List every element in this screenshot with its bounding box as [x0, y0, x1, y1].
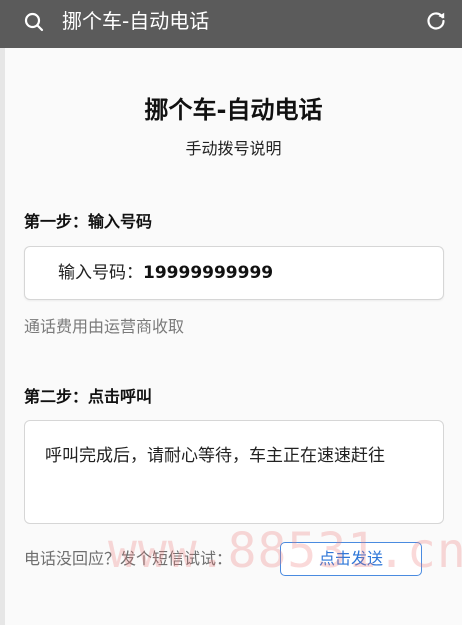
call-message-box: 呼叫完成后，请耐心等待，车主正在速速赶往 — [24, 420, 444, 524]
phone-number-label: 输入号码： — [58, 263, 143, 283]
step1-heading: 第一步：输入号码 — [24, 212, 153, 231]
top-bar: 挪个车-自动电话 — [0, 0, 462, 48]
page-subtitle: 手动拨号说明 — [185, 139, 282, 158]
phone-number-value: 19999999999 — [143, 263, 274, 283]
phone-number-field[interactable]: 输入号码：19999999999 — [24, 246, 444, 300]
phone-number-text: 输入号码：19999999999 — [58, 261, 273, 285]
call-message-text: 呼叫完成后，请耐心等待，车主正在速速赶往 — [45, 446, 385, 466]
watermark: www.88531.cn — [108, 523, 462, 579]
fee-note: 通话费用由运营商收取 — [24, 317, 185, 336]
refresh-icon[interactable] — [424, 9, 448, 33]
search-icon[interactable] — [22, 10, 46, 34]
page-title: 挪个车-自动电话 — [144, 96, 323, 124]
browser-title: 挪个车-自动电话 — [62, 9, 210, 33]
step2-heading: 第二步：点击呼叫 — [24, 387, 153, 406]
